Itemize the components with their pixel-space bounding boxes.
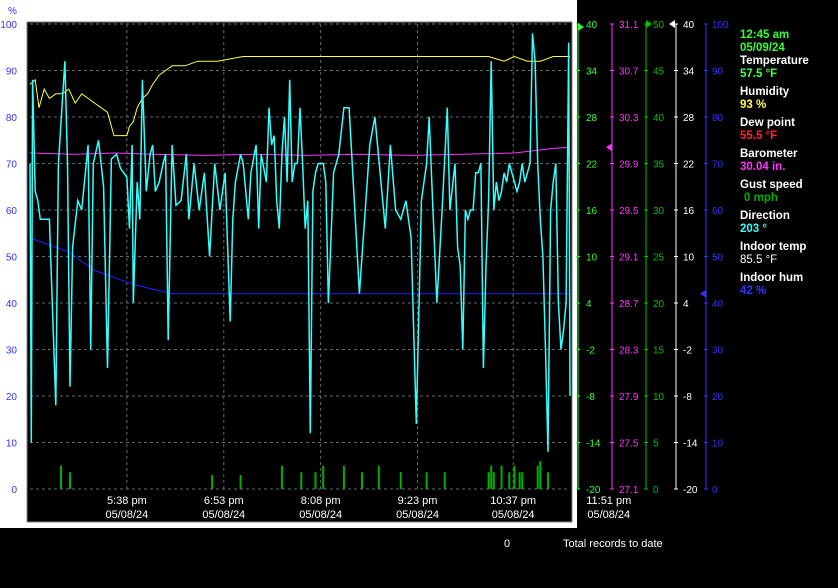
- temp-tick-label: 22: [586, 160, 598, 171]
- time-tick-label: 8:08 pm: [301, 495, 341, 507]
- current-date: 05/09/24: [740, 42, 785, 54]
- date-tick-label: 05/08/24: [492, 509, 535, 521]
- date-tick-label: 05/08/24: [396, 509, 439, 521]
- ihum-tick-label: 10: [712, 439, 724, 450]
- temp-tick-label: 4: [586, 299, 592, 310]
- percent-tick-label: 90: [6, 67, 18, 78]
- dewpoint-value: 55.5 °F: [740, 130, 778, 142]
- baro-tick-label: 29.1: [619, 253, 639, 264]
- date-tick-label: 05/08/24: [105, 509, 148, 521]
- humidity-value: 93 %: [740, 99, 767, 111]
- percent-tick-label: 10: [6, 439, 18, 450]
- gust-tick-label: 30: [653, 206, 665, 217]
- date-tick-label: 05/08/24: [587, 509, 630, 521]
- percent-tick-label: 0: [11, 485, 17, 496]
- gust-tick-label: 15: [653, 346, 665, 357]
- indoor-hum-value: 42 %: [740, 285, 767, 297]
- gust-value: 0 mph: [744, 192, 778, 204]
- current-time: 12:45 am: [740, 29, 790, 41]
- temp-tick-label: 40: [586, 20, 598, 31]
- barometer-label: Barometer: [740, 148, 798, 160]
- indoor-temp-value: 85.5 °F: [740, 254, 778, 266]
- ihum-tick-label: 20: [712, 392, 724, 403]
- gust-tick-label: 10: [653, 392, 665, 403]
- itemp-tick-label: -14: [683, 439, 698, 450]
- temp-tick-label: 10: [586, 253, 598, 264]
- itemp-tick-label: 4: [683, 299, 689, 310]
- time-tick-label: 6:53 pm: [204, 495, 244, 507]
- date-tick-label: 05/08/24: [202, 509, 245, 521]
- time-tick-label: 5:38 pm: [107, 495, 147, 507]
- ihum-tick-label: 40: [712, 299, 724, 310]
- ihum-tick-label: 100: [712, 20, 729, 31]
- ihum-tick-label: 60: [712, 206, 724, 217]
- percent-tick-label: 30: [6, 346, 18, 357]
- gust-tick-label: 25: [653, 253, 665, 264]
- itemp-tick-label: 34: [683, 67, 695, 78]
- percent-tick-label: 60: [6, 206, 18, 217]
- temp-tick-label: 16: [586, 206, 598, 217]
- records-count: 0: [504, 538, 511, 550]
- records-label: Total records to date: [563, 538, 663, 550]
- itemp-tick-label: -20: [683, 485, 698, 496]
- itemp-tick-label: 22: [683, 160, 695, 171]
- gust-tick-label: 20: [653, 299, 665, 310]
- temp-tick-label: -14: [586, 439, 601, 450]
- weather-chart: %0102030405060708090100 -20-14-8-2410162…: [0, 0, 737, 528]
- temp-tick-label: 28: [586, 113, 598, 124]
- percent-tick-label: 40: [6, 299, 18, 310]
- itemp-tick-label: -8: [683, 392, 692, 403]
- gust-tick-label: 5: [653, 439, 659, 450]
- baro-tick-label: 27.9: [619, 392, 639, 403]
- gust-tick-label: 0: [653, 485, 659, 496]
- ihum-tick-label: 50: [712, 253, 724, 264]
- gust-tick-label: 40: [653, 113, 665, 124]
- percent-tick-label: 80: [6, 113, 18, 124]
- ihum-tick-label: 30: [712, 346, 724, 357]
- direction-value: 203 °: [740, 223, 767, 235]
- itemp-tick-label: 28: [683, 113, 695, 124]
- temp-tick-label: -2: [586, 346, 595, 357]
- indoor-hum-label: Indoor hum: [740, 272, 804, 284]
- itemp-tick-label: 16: [683, 206, 695, 217]
- barometer-value: 30.04 in.: [740, 161, 786, 173]
- percent-tick-label: 20: [6, 392, 18, 403]
- temperature-label: Temperature: [740, 55, 809, 67]
- ihum-tick-label: 0: [712, 485, 718, 496]
- itemp-tick-label: 10: [683, 253, 695, 264]
- baro-tick-label: 30.3: [619, 113, 639, 124]
- time-tick-label: 10:37 pm: [490, 495, 536, 507]
- gust-label: Gust speed: [740, 179, 803, 191]
- ihum-tick-label: 70: [712, 160, 724, 171]
- percent-tick-label: 50: [6, 253, 18, 264]
- itemp-tick-label: -2: [683, 346, 692, 357]
- time-tick-label: 11:51 pm: [586, 495, 631, 507]
- direction-label: Direction: [740, 210, 790, 222]
- dewpoint-label: Dew point: [740, 117, 795, 129]
- humidity-label: Humidity: [740, 86, 790, 98]
- ihum-tick-label: 80: [712, 113, 724, 124]
- ihum-tick-label: 90: [712, 67, 724, 78]
- baro-tick-label: 30.7: [619, 67, 639, 78]
- itemp-tick-label: 40: [683, 20, 695, 31]
- readings-panel: 12:45 am 05/09/24 Temperature 57.5 °F Hu…: [740, 29, 838, 298]
- gust-tick-label: 35: [653, 160, 665, 171]
- baro-tick-label: 28.7: [619, 299, 639, 310]
- gust-tick-label: 45: [653, 67, 665, 78]
- percent-unit-label: %: [8, 6, 17, 17]
- temperature-value: 57.5 °F: [740, 68, 778, 80]
- indoor-temp-label: Indoor temp: [740, 241, 807, 253]
- baro-tick-label: 29.5: [619, 206, 639, 217]
- baro-tick-label: 27.5: [619, 439, 639, 450]
- percent-tick-label: 100: [0, 20, 17, 31]
- temp-tick-label: -8: [586, 392, 595, 403]
- gust-tick-label: 50: [653, 20, 665, 31]
- date-tick-label: 05/08/24: [299, 509, 342, 521]
- baro-tick-label: 29.9: [619, 160, 639, 171]
- percent-tick-label: 70: [6, 160, 18, 171]
- temp-tick-label: 34: [586, 67, 598, 78]
- time-tick-label: 9:23 pm: [398, 495, 438, 507]
- baro-tick-label: 28.3: [619, 346, 639, 357]
- baro-tick-label: 31.1: [619, 20, 639, 31]
